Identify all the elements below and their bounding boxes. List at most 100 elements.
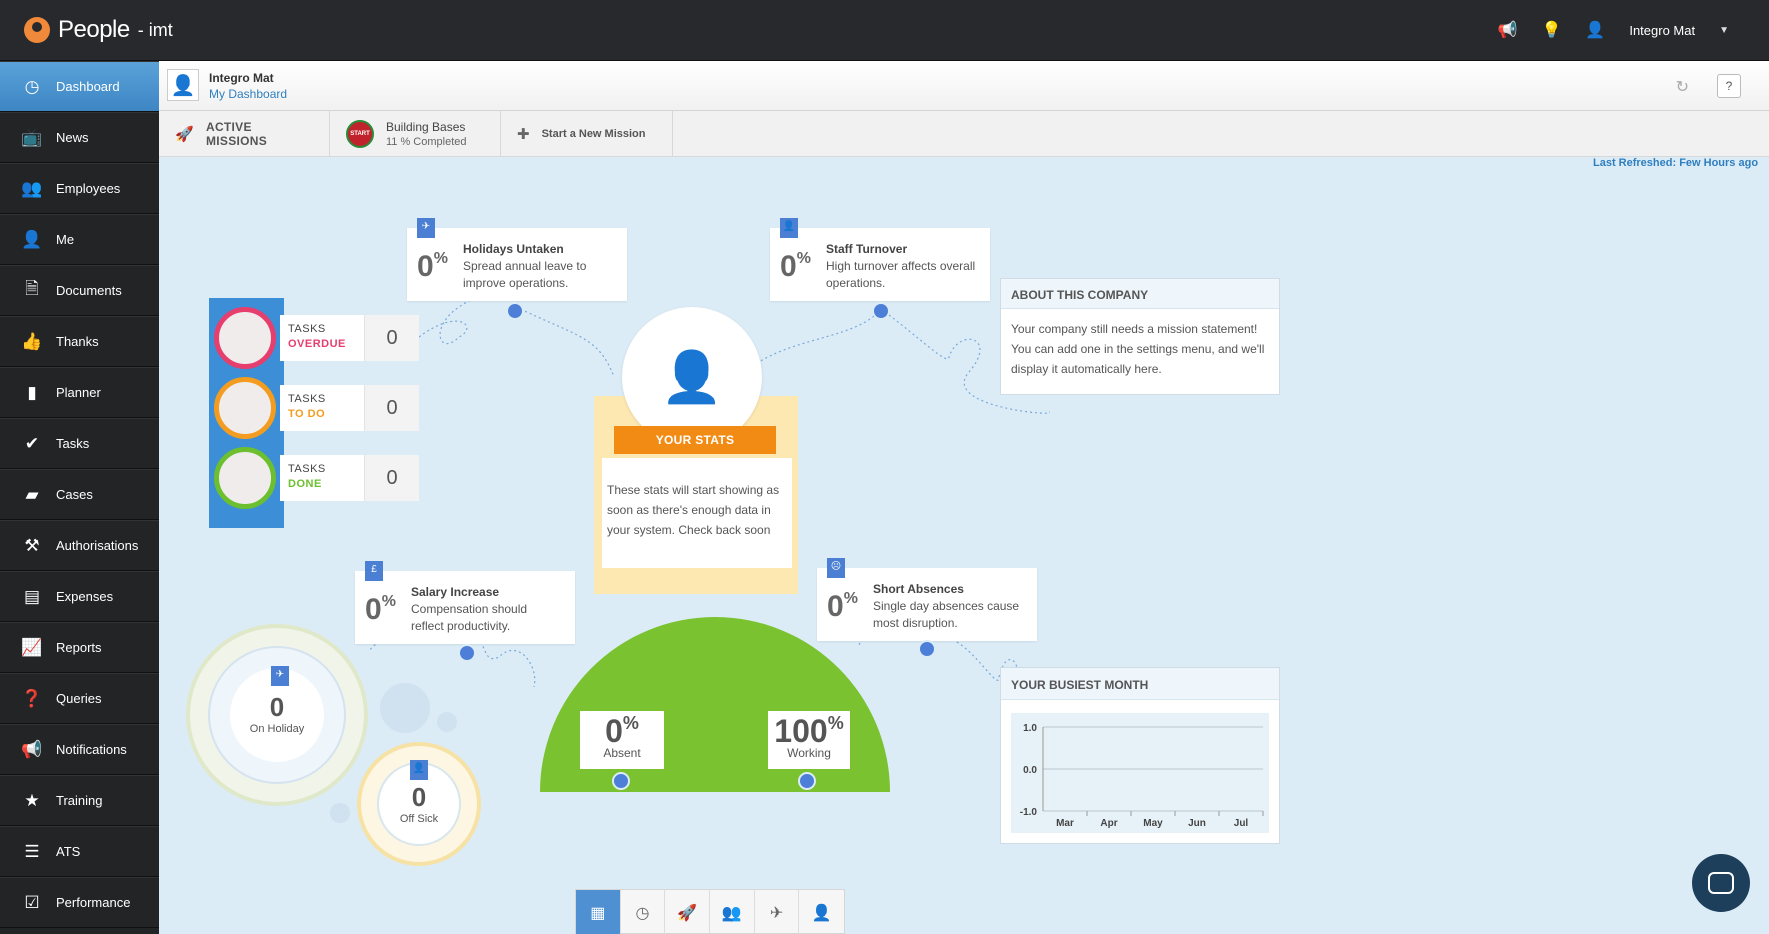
sidebar-item-me[interactable]: 👤 Me: [0, 214, 159, 265]
wallet-icon: ▤: [23, 586, 41, 606]
task-todo-label: TASKS: [288, 393, 326, 405]
busiest-month-panel: YOUR BUSIEST MONTH 1.0 0.0 -1.0 Mar Apr May Ju…: [1000, 667, 1280, 844]
person-icon[interactable]: 👤: [799, 890, 844, 934]
mission-bar: 🚀 ACTIVE MISSIONS START Building Bases 1…: [159, 111, 1769, 157]
absences-dot: [918, 640, 936, 658]
sidebar-item-label: Authorisations: [56, 538, 139, 553]
sidebar-item-planner[interactable]: ▮ Planner: [0, 367, 159, 418]
sidebar-item-label: Expenses: [56, 589, 114, 604]
task-overdue[interactable]: TASKS OVERDUE 0: [214, 307, 419, 369]
new-mission-label: Start a New Mission: [541, 128, 646, 140]
logo-icon: [24, 17, 50, 43]
clock-icon[interactable]: ◷: [621, 890, 666, 934]
thumbs-up-icon: 👍: [21, 331, 43, 351]
check-icon: ✔: [24, 433, 40, 453]
sidebar-item-label: Cases: [56, 487, 93, 502]
your-stats-title: YOUR STATS: [614, 426, 776, 454]
task-todo-count: 0: [364, 385, 419, 431]
holidays-desc: Spread annual leave to improve operation…: [463, 259, 587, 290]
sidebar-item-notifications[interactable]: 📢 Notifications: [0, 724, 159, 775]
task-todo[interactable]: TASKS TO DO 0: [214, 377, 419, 439]
x-tick-label: Apr: [1100, 818, 1117, 829]
sidebar-item-dashboard[interactable]: ◷ Dashboard: [0, 61, 159, 112]
holidays-untaken-card[interactable]: ✈ 0% Holidays Untaken Spread annual leav…: [407, 218, 627, 301]
staff-turnover-card[interactable]: 👤 0% Staff Turnover High turnover affect…: [770, 218, 990, 301]
start-new-mission-button[interactable]: ✚ Start a New Mission: [501, 111, 673, 157]
plane-icon[interactable]: ✈: [755, 890, 800, 934]
turnover-value: 0: [780, 250, 797, 283]
on-holiday-label: On Holiday: [249, 723, 305, 735]
sidebar-item-training[interactable]: ★ Training: [0, 775, 159, 826]
brand-name: People: [58, 16, 130, 43]
about-company-panel: ABOUT THIS COMPANY Your company still ne…: [1000, 278, 1280, 395]
question-doc-icon: ❓: [21, 688, 43, 708]
user-menu-name[interactable]: Integro Mat: [1629, 23, 1695, 38]
off-sick-label: Off Sick: [399, 813, 439, 825]
sidebar-item-ats[interactable]: ☰ ATS: [0, 826, 159, 877]
sidebar-item-queries[interactable]: ❓ Queries: [0, 673, 159, 724]
sidebar-item-news[interactable]: 📺 News: [0, 112, 159, 163]
task-done[interactable]: TASKS DONE 0: [214, 447, 419, 509]
on-holiday-value: 0: [269, 692, 285, 722]
sidebar-item-tasks[interactable]: ✔ Tasks: [0, 418, 159, 469]
task-overdue-ring: [214, 307, 276, 369]
short-absences-card[interactable]: ☹ 0% Short Absences Single day absences …: [817, 558, 1037, 641]
holidays-title: Holidays Untaken: [463, 242, 564, 256]
salary-title: Salary Increase: [411, 585, 500, 599]
user-icon[interactable]: 👤: [1585, 20, 1605, 40]
active-missions-tab[interactable]: 🚀 ACTIVE MISSIONS: [159, 111, 330, 157]
mission-progress: 11 % Completed: [386, 136, 467, 148]
folder-icon: ▰: [25, 484, 39, 504]
x-tick-label: Jun: [1188, 818, 1206, 829]
lightbulb-icon[interactable]: 💡: [1541, 20, 1561, 40]
tv-icon: 📺: [21, 127, 43, 147]
sidebar-item-label: Tasks: [56, 436, 90, 451]
salary-increase-card[interactable]: £ 0% Salary Increase Compensation should…: [355, 561, 575, 644]
salary-unit: %: [381, 593, 396, 610]
brand-subtitle: - imt: [137, 19, 173, 40]
person-icon: 👤: [410, 760, 428, 780]
help-button[interactable]: ?: [1717, 74, 1741, 98]
mission-building-bases[interactable]: START Building Bases 11 % Completed: [330, 111, 501, 157]
pound-icon: £: [365, 561, 383, 581]
sidebar-item-expenses[interactable]: ▤ Expenses: [0, 571, 159, 622]
sidebar-item-cases[interactable]: ▰ Cases: [0, 469, 159, 520]
rocket-icon[interactable]: 🚀: [665, 890, 711, 934]
sidebar-item-thanks[interactable]: 👍 Thanks: [0, 316, 159, 367]
task-done-ring: [214, 447, 276, 509]
my-dashboard-link[interactable]: My Dashboard: [209, 87, 287, 101]
absent-dot: [612, 772, 630, 790]
chat-launcher-button[interactable]: [1692, 854, 1750, 912]
grid-icon[interactable]: ▦: [576, 890, 621, 934]
turnover-desc: High turnover affects overall operations…: [826, 259, 976, 290]
plane-icon: ✈: [417, 218, 435, 238]
avatar[interactable]: 👤: [167, 69, 199, 101]
app-logo[interactable]: People - imt: [24, 16, 173, 44]
team-icon[interactable]: 👥: [710, 890, 755, 934]
person-icon: 👤: [21, 229, 43, 249]
refresh-icon[interactable]: ↻: [1676, 77, 1689, 97]
sidebar-item-documents[interactable]: 🗎 Documents: [0, 265, 159, 316]
plus-icon: ✚: [517, 126, 530, 143]
y-tick-label: -1.0: [1020, 807, 1038, 818]
absences-unit: %: [843, 590, 858, 607]
sidebar-item-label: Me: [56, 232, 75, 247]
sidebar-item-employees[interactable]: 👥 Employees: [0, 163, 159, 214]
sidebar-item-performance[interactable]: ☑ Performance: [0, 877, 159, 928]
bottom-view-tabs: ▦ ◷ 🚀 👥 ✈ 👤: [575, 889, 845, 934]
sidebar-item-authorisations[interactable]: ⚒ Authorisations: [0, 520, 159, 571]
sidebar-item-reports[interactable]: 📈 Reports: [0, 622, 159, 673]
caret-down-icon[interactable]: ▼: [1719, 25, 1729, 36]
bubble-decoration: [437, 712, 457, 732]
sidebar-item-label: Queries: [56, 691, 102, 706]
megaphone-icon[interactable]: 📢: [1498, 20, 1518, 40]
people-icon: 👥: [21, 178, 43, 198]
dashboard-icon: ◷: [24, 76, 40, 96]
bubble-decoration: [380, 683, 430, 733]
mission-name: Building Bases: [386, 120, 466, 134]
salary-desc: Compensation should reflect productivity…: [411, 602, 528, 633]
absences-value: 0: [827, 590, 844, 623]
sidebar-item-label: Planner: [56, 385, 101, 400]
sidebar-item-label: News: [56, 130, 89, 145]
turnover-dot: [872, 302, 890, 320]
